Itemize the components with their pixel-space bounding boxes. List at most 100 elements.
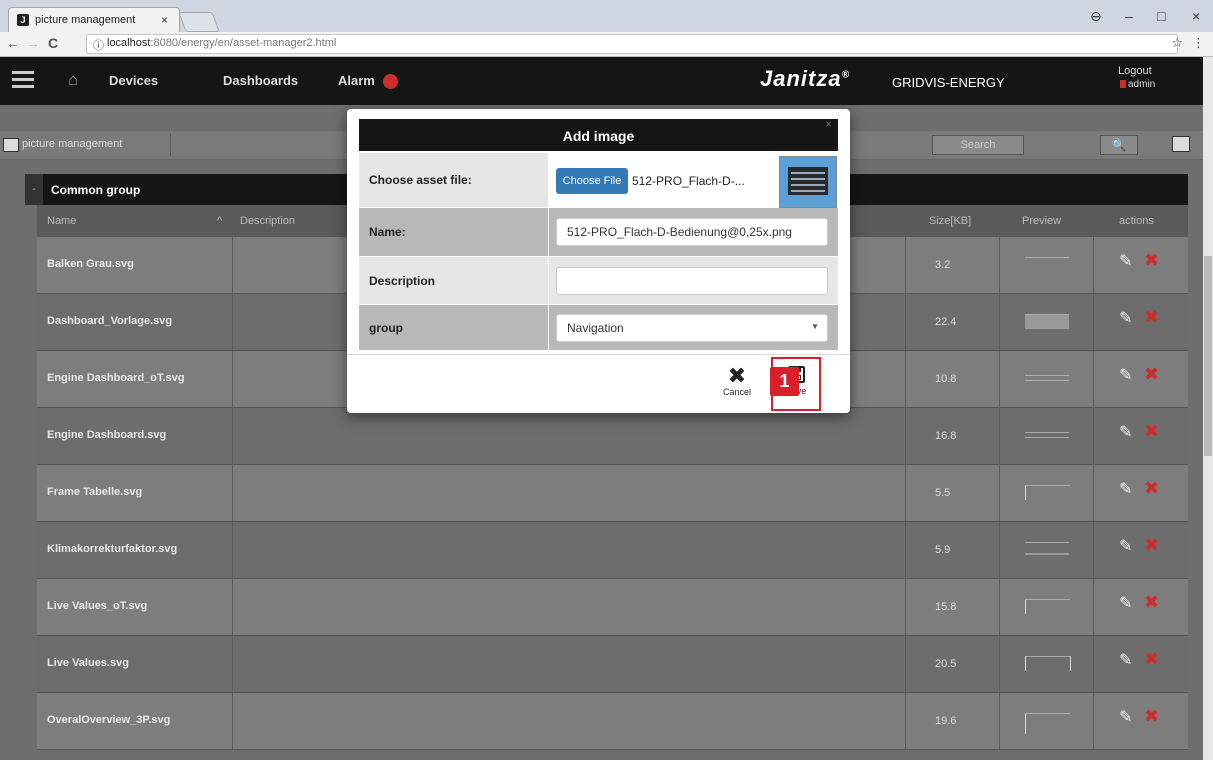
divider [170, 134, 171, 156]
group-select[interactable]: Navigation ▼ [556, 313, 828, 342]
scrollbar-thumb[interactable] [1204, 256, 1212, 456]
column-divider [999, 465, 1000, 521]
profile-icon[interactable]: ⊖ [1090, 8, 1102, 25]
edit-icon[interactable]: ✎ [1119, 308, 1132, 328]
tab-close-icon[interactable]: × [161, 13, 168, 27]
edit-icon[interactable]: ✎ [1119, 251, 1132, 271]
dialog-header: Add image × [359, 117, 838, 151]
column-divider [999, 351, 1000, 407]
column-divider [999, 522, 1000, 578]
address-bar: ← → C ⓘ localhost:8080/energy/en/asset-m… [0, 32, 1213, 57]
url-path: :8080/energy/en/asset-manager2.html [150, 37, 337, 49]
asset-size: 5.9 [935, 544, 951, 556]
nav-devices[interactable]: Devices [109, 73, 158, 88]
column-preview: Preview [1022, 215, 1062, 227]
chevron-down-icon: ▼ [811, 321, 819, 331]
column-divider [905, 522, 906, 578]
choose-file-button[interactable]: Choose File [556, 168, 628, 194]
asset-name: Live Values.svg [47, 657, 129, 669]
delete-icon[interactable]: ✖ [1144, 364, 1159, 385]
add-picture-icon[interactable] [1172, 136, 1190, 152]
edit-icon[interactable]: ✎ [1119, 650, 1132, 670]
logout-link[interactable]: Logout [1118, 65, 1152, 77]
hamburger-menu-icon[interactable] [12, 71, 34, 74]
new-tab-button[interactable] [178, 12, 220, 32]
delete-icon[interactable]: ✖ [1144, 592, 1159, 613]
reload-icon[interactable]: C [48, 35, 58, 51]
page-scrollbar[interactable] [1203, 57, 1213, 760]
delete-icon[interactable]: ✖ [1144, 250, 1159, 271]
column-divider [232, 465, 233, 521]
sort-asc-icon[interactable]: ^ [217, 215, 222, 227]
table-row[interactable]: Live Values.svg 20.5 ✎ ✖ [37, 636, 1188, 693]
group-title: Common group [51, 183, 141, 197]
asset-name: Dashboard_Vorlage.svg [47, 315, 173, 327]
dialog-title: Add image [562, 128, 635, 144]
edit-icon[interactable]: ✎ [1119, 593, 1132, 613]
cancel-button[interactable]: ✖ Cancel [715, 363, 759, 398]
forward-icon[interactable]: → [26, 35, 40, 51]
username: admin [1128, 79, 1156, 90]
maximize-icon[interactable]: □ [1157, 8, 1165, 24]
edit-icon[interactable]: ✎ [1119, 422, 1132, 442]
edit-icon[interactable]: ✎ [1119, 365, 1132, 385]
column-divider [232, 351, 233, 407]
search-button[interactable]: 🔍 [1100, 135, 1138, 155]
dialog-close-icon[interactable]: × [825, 117, 832, 131]
table-row[interactable]: OveralOverview_3P.svg 19.6 ✎ ✖ [37, 693, 1188, 750]
bookmark-star-icon[interactable]: ☆ [1171, 35, 1183, 51]
window-close-icon[interactable]: × [1192, 8, 1200, 24]
delete-icon[interactable]: ✖ [1144, 706, 1159, 727]
file-row: Choose asset file: Choose File 512-PRO_F… [359, 153, 838, 208]
browser-menu-icon[interactable]: ⋮ [1192, 35, 1205, 51]
browser-tab-bar: J picture management × ⊖ – □ × [0, 0, 1213, 33]
nav-dashboards[interactable]: Dashboards [223, 73, 298, 88]
product-name: GRIDVIS-ENERGY [892, 75, 1005, 90]
cancel-label: Cancel [722, 387, 751, 397]
column-divider [1093, 408, 1094, 464]
column-divider [905, 465, 906, 521]
home-icon[interactable]: ⌂ [68, 70, 78, 90]
edit-icon[interactable]: ✎ [1119, 707, 1132, 727]
brand-logo: Janitza® [760, 66, 850, 92]
picture-icon [3, 138, 19, 152]
minimize-icon[interactable]: – [1125, 8, 1133, 24]
search-input[interactable]: Search [932, 135, 1024, 155]
asset-name: Balken Grau.svg [47, 258, 134, 270]
image-thumbnail [779, 156, 837, 208]
delete-icon[interactable]: ✖ [1144, 307, 1159, 328]
chosen-file-name: 512-PRO_Flach-D-... [632, 174, 745, 188]
user-label: admin [1120, 79, 1155, 90]
cancel-x-icon: ✖ [727, 363, 747, 388]
group-row: group Navigation ▼ [359, 305, 838, 350]
nav-alarm[interactable]: Alarm [338, 73, 375, 88]
edit-icon[interactable]: ✎ [1119, 479, 1132, 499]
user-icon [1120, 80, 1126, 89]
name-row: Name: 512-PRO_Flach-D-Bedienung@0,25x.pn… [359, 208, 838, 256]
column-description[interactable]: Description [240, 215, 295, 227]
group-collapse-toggle[interactable]: - [25, 174, 43, 205]
description-input[interactable] [556, 266, 828, 295]
delete-icon[interactable]: ✖ [1144, 421, 1159, 442]
table-row[interactable]: Live Values_oT.svg 15.8 ✎ ✖ [37, 579, 1188, 636]
column-divider [905, 408, 906, 464]
column-name[interactable]: Name [47, 215, 76, 227]
column-divider [999, 408, 1000, 464]
url-field[interactable]: ⓘ localhost:8080/energy/en/asset-manager… [86, 34, 1178, 54]
browser-tab[interactable]: J picture management × [8, 7, 180, 33]
column-size[interactable]: Size[KB] [929, 215, 971, 227]
column-divider [1093, 294, 1094, 350]
column-divider [232, 408, 233, 464]
table-row[interactable]: Frame Tabelle.svg 5.5 ✎ ✖ [37, 465, 1188, 522]
back-icon[interactable]: ← [6, 35, 20, 51]
name-label-cell: Name: [359, 208, 548, 256]
delete-icon[interactable]: ✖ [1144, 478, 1159, 499]
column-divider [999, 579, 1000, 635]
delete-icon[interactable]: ✖ [1144, 649, 1159, 670]
column-divider [999, 294, 1000, 350]
table-row[interactable]: Klimakorrekturfaktor.svg 5.9 ✎ ✖ [37, 522, 1188, 579]
edit-icon[interactable]: ✎ [1119, 536, 1132, 556]
name-input[interactable]: 512-PRO_Flach-D-Bedienung@0,25x.png [556, 218, 828, 246]
delete-icon[interactable]: ✖ [1144, 535, 1159, 556]
table-row[interactable]: Engine Dashboard.svg 16.8 ✎ ✖ [37, 408, 1188, 465]
